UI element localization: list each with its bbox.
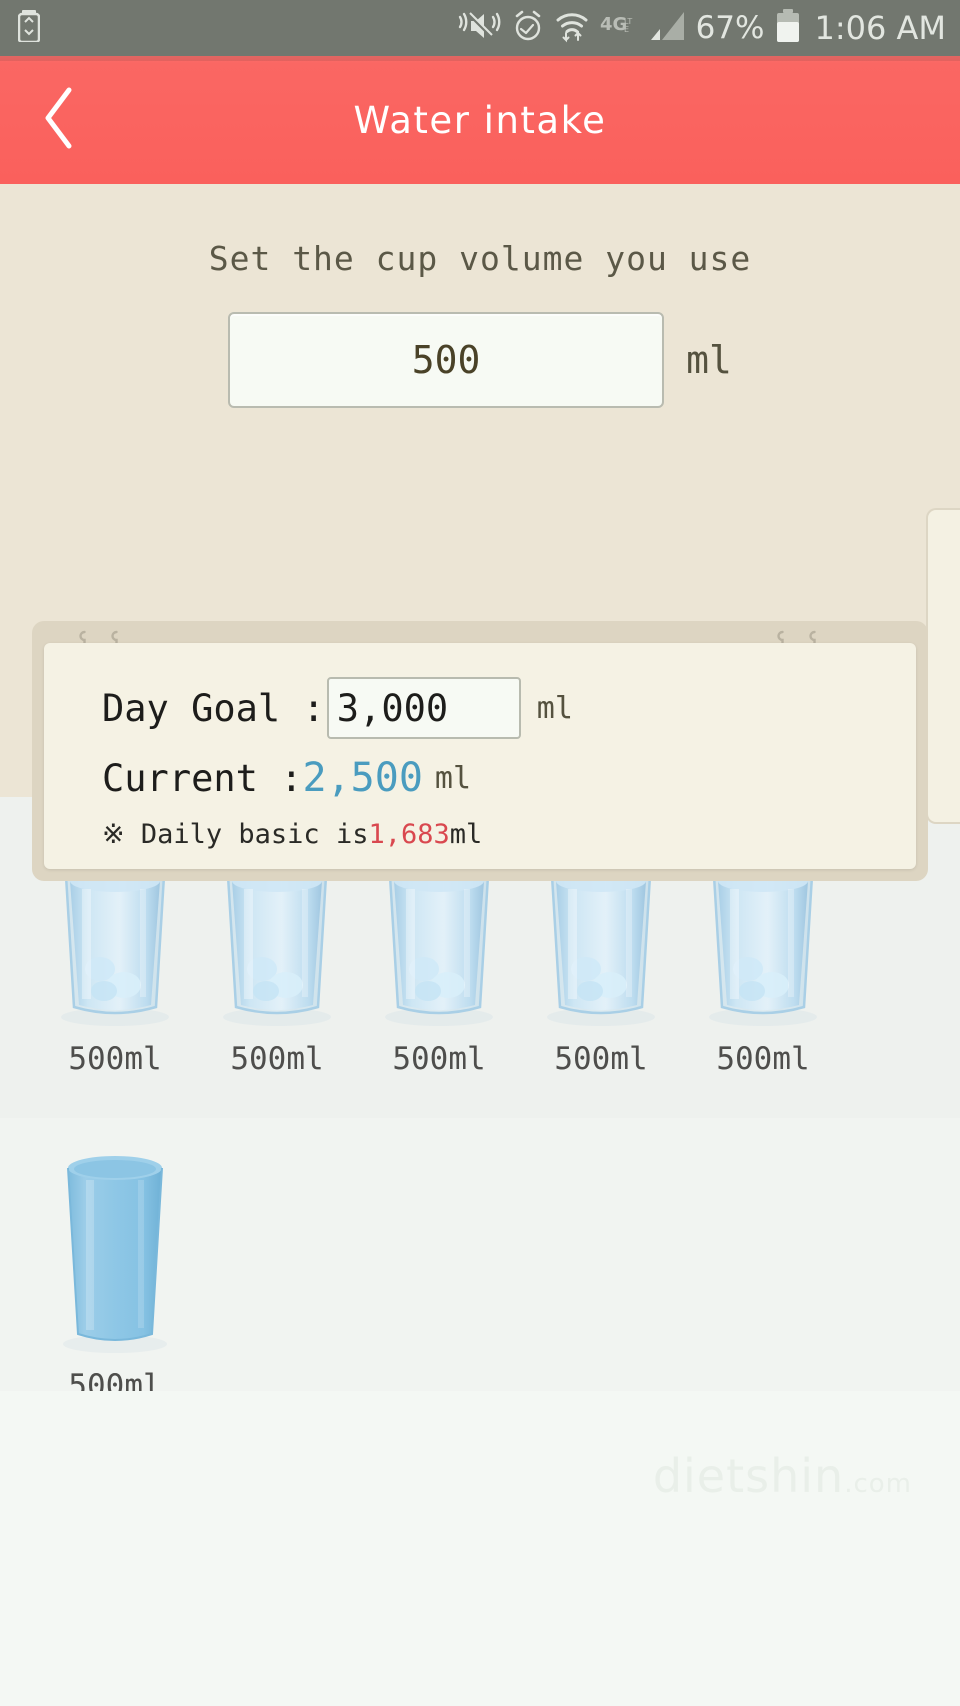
status-bar-left	[17, 10, 41, 46]
settings-panel: Set the cup volume you use 500 ml Day Go…	[0, 184, 960, 881]
day-goal-input[interactable]: 3,000	[326, 677, 521, 739]
cup-volume-input[interactable]: 500	[228, 312, 665, 408]
battery-percent: 67%	[695, 9, 765, 46]
cup-volume-label: Set the cup volume you use	[208, 239, 752, 278]
battery-recycle-icon	[17, 10, 41, 46]
watermark: dietshin.com	[653, 1449, 912, 1503]
signal-bars-icon	[649, 10, 685, 46]
goal-card: Day Goal : 3,000 ml Current : 2,500 ml ※…	[32, 621, 928, 881]
page-title: Water intake	[353, 98, 607, 142]
4g-lte-icon: 4G LT E	[600, 11, 638, 45]
next-card-edge[interactable]	[926, 508, 960, 824]
footer-area: dietshin.com	[0, 1391, 960, 1706]
current-label: Current :	[102, 756, 303, 800]
back-chevron-icon	[39, 85, 79, 155]
daily-basic-suffix: ml	[449, 819, 483, 850]
clock-time: 1:06 AM	[814, 9, 946, 47]
vibrate-mute-icon	[457, 9, 501, 47]
glass-label: 500ml	[230, 1041, 324, 1077]
day-goal-label: Day Goal :	[102, 686, 325, 730]
daily-basic-prefix: ※ Daily basic is	[102, 819, 369, 850]
status-bar: 4G LT E 67% 1:06 AM	[0, 0, 960, 56]
water-glass-empty-icon	[42, 1140, 188, 1360]
cup-volume-unit: ml	[686, 338, 732, 382]
glass-label: 500ml	[392, 1041, 486, 1077]
glass-label: 500ml	[716, 1041, 810, 1077]
glasses-grid-2: 500ml	[0, 1118, 960, 1404]
cup-volume-row: 500 ml	[0, 312, 960, 408]
glass-label: 500ml	[68, 1041, 162, 1077]
goal-card-page: Day Goal : 3,000 ml Current : 2,500 ml ※…	[44, 643, 916, 869]
glass-label: 500ml	[554, 1041, 648, 1077]
current-unit: ml	[434, 760, 472, 796]
daily-basic-value: 1,683	[368, 819, 450, 850]
day-goal-row: Day Goal : 3,000 ml	[102, 677, 916, 739]
daily-basic-note: ※ Daily basic is1,683ml	[102, 819, 916, 850]
current-row: Current : 2,500 ml	[102, 755, 916, 801]
watermark-name: dietshin	[652, 1449, 845, 1503]
watermark-domain: .com	[844, 1469, 912, 1499]
glass-item[interactable]: 500ml	[34, 1140, 196, 1404]
svg-text:E: E	[624, 25, 629, 34]
status-bar-right: 4G LT E 67% 1:06 AM	[457, 9, 946, 47]
battery-icon	[775, 9, 801, 47]
alarm-clock-icon	[512, 9, 544, 47]
back-button[interactable]	[28, 84, 90, 156]
current-value: 2,500	[302, 755, 423, 801]
day-goal-unit: ml	[536, 690, 573, 726]
app-header: Water intake	[0, 56, 960, 184]
wifi-transfer-icon	[555, 9, 589, 47]
